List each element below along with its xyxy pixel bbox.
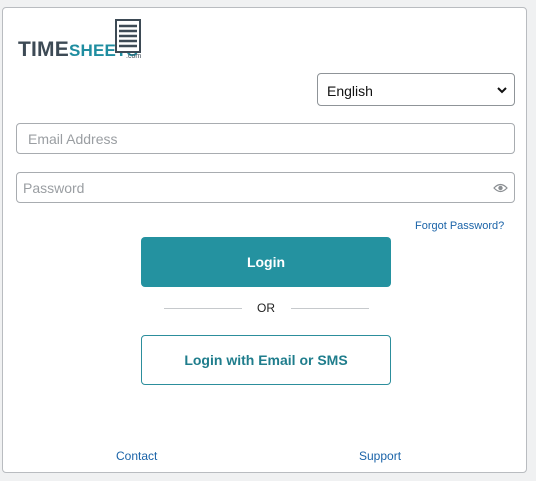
password-input[interactable] (17, 173, 514, 202)
login-button[interactable]: Login (141, 237, 391, 287)
logo-dotcom: .com (126, 53, 142, 60)
eye-icon[interactable] (493, 182, 508, 194)
divider-line-left (164, 308, 242, 309)
login-with-email-sms-button[interactable]: Login with Email or SMS (141, 335, 391, 385)
chevron-down-icon (497, 87, 507, 94)
password-field[interactable] (16, 172, 515, 203)
or-divider-label: OR (257, 301, 275, 315)
logo-text-time: TIME (18, 38, 69, 61)
email-input[interactable] (17, 124, 514, 153)
contact-link[interactable]: Contact (116, 449, 157, 463)
timesheets-logo: TIMESHEETS .com (18, 18, 148, 61)
language-select-value: English (327, 83, 373, 99)
forgot-password-link[interactable]: Forgot Password? (415, 220, 504, 232)
email-field[interactable] (16, 123, 515, 154)
login-card: TIMESHEETS .com English Forgot Password?… (2, 7, 527, 473)
support-link[interactable]: Support (359, 449, 401, 463)
divider-line-right (291, 308, 369, 309)
language-select[interactable]: English (317, 73, 515, 106)
timesheet-ledger-icon (115, 19, 141, 53)
